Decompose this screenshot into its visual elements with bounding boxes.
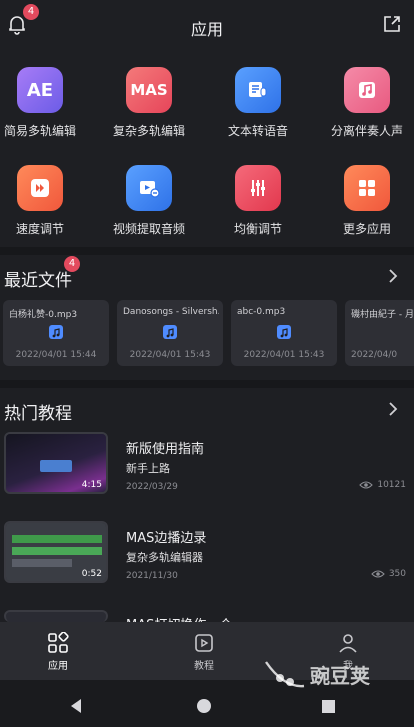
divider	[0, 247, 414, 255]
app-label: 文本转语音	[227, 124, 288, 138]
recent-files-list: 白杨礼赞-0.mp3 2022/04/01 15:44 Danosongs - …	[3, 300, 414, 366]
mas-icon: MAS	[126, 67, 172, 113]
watermark-logo-icon	[265, 661, 305, 688]
tutorial-item[interactable]: MAS打切换作一个	[4, 610, 408, 622]
tutorial-date: 2022/03/29	[126, 482, 178, 492]
app-video-extract[interactable]: 视频提取音频	[97, 165, 201, 237]
file-date: 2022/04/01 15:43	[243, 350, 325, 360]
equalizer-icon	[235, 165, 281, 211]
file-date: 2022/04/01 15:44	[15, 350, 97, 360]
profile-icon	[339, 634, 357, 653]
share-icon[interactable]	[382, 14, 402, 34]
file-date: 2022/04/0	[351, 350, 398, 360]
home-icon[interactable]	[196, 698, 212, 714]
music-note-icon	[277, 325, 291, 339]
app-label: 速度调节	[15, 222, 64, 236]
recent-file-card[interactable]: Danosongs - Silversh... 2022/04/01 15:43	[117, 300, 223, 366]
recent-file-card[interactable]: abc-0.mp3 2022/04/01 15:43	[231, 300, 337, 366]
tutorial-title: MAS打切换作一个	[126, 614, 232, 622]
chevron-right-icon[interactable]	[388, 269, 398, 283]
tutorial-item[interactable]: 0:52 MAS边播边录 复杂多轨编辑器 2021/11/30 350	[4, 521, 408, 585]
file-name: 磯村由紀子 - 月	[351, 310, 414, 320]
app-label: 视频提取音频	[112, 222, 185, 236]
app-label: 简易多轨编辑	[3, 124, 76, 138]
nav-tutorials[interactable]: 教程	[174, 632, 234, 672]
chevron-right-icon[interactable]	[388, 402, 398, 416]
app-label: 分离伴奏人声	[330, 124, 403, 138]
app-simple-multitrack[interactable]: AE 简易多轨编辑	[0, 67, 92, 139]
back-icon[interactable]	[68, 698, 84, 714]
file-name: abc-0.mp3	[237, 307, 286, 317]
tutorial-subtitle: 新手上路	[126, 462, 170, 475]
app-complex-multitrack[interactable]: MAS 复杂多轨编辑	[97, 67, 201, 139]
video-duration: 0:52	[81, 569, 102, 579]
app-label: 更多应用	[342, 222, 391, 236]
vocal-separation-icon	[344, 67, 390, 113]
video-duration: 4:15	[81, 480, 102, 490]
app-equalizer[interactable]: 均衡调节	[206, 165, 310, 237]
tutorial-title: 新版使用指南	[126, 442, 205, 457]
file-name: 白杨礼赞-0.mp3	[9, 310, 78, 320]
file-name: Danosongs - Silversh...	[123, 307, 219, 317]
app-label: 复杂多轨编辑	[112, 124, 185, 138]
nav-label: 应用	[48, 661, 68, 672]
tutorial-item[interactable]: 4:15 新版使用指南 新手上路 2022/03/29 10121	[4, 432, 408, 496]
app-more[interactable]: 更多应用	[315, 165, 414, 237]
recent-files-badge: 4	[64, 256, 80, 272]
divider	[0, 380, 414, 388]
tutorial-views: 350	[371, 569, 406, 579]
music-note-icon	[163, 325, 177, 339]
recent-file-card[interactable]: 白杨礼赞-0.mp3 2022/04/01 15:44	[3, 300, 109, 366]
tutorials-title: 热门教程	[4, 404, 72, 424]
app-label: 均衡调节	[233, 222, 282, 236]
app-vocal-separation[interactable]: 分离伴奏人声	[315, 67, 414, 139]
tutorial-thumbnail: 0:52	[4, 521, 108, 583]
tutorial-thumbnail: 4:15	[4, 432, 108, 494]
tutorial-date: 2021/11/30	[126, 571, 178, 581]
video-extract-icon	[126, 165, 172, 211]
nav-label: 教程	[194, 661, 214, 672]
tutorial-views: 10121	[359, 480, 406, 490]
tutorial-title: MAS边播边录	[126, 531, 207, 546]
nav-apps[interactable]: 应用	[28, 632, 88, 672]
app-text-to-speech[interactable]: 文本转语音	[206, 67, 310, 139]
speed-icon	[17, 165, 63, 211]
more-apps-icon	[344, 165, 390, 211]
tutorial-thumbnail	[4, 610, 108, 622]
apps-icon	[48, 632, 69, 653]
view-count: 350	[388, 569, 406, 579]
music-note-icon	[49, 325, 63, 339]
tutorial-subtitle: 复杂多轨编辑器	[126, 551, 203, 564]
watermark-text: 豌豆荚	[310, 664, 370, 688]
recents-icon[interactable]	[321, 699, 336, 714]
eye-icon	[359, 481, 374, 489]
ae-icon: AE	[17, 67, 63, 113]
page-title: 应用	[190, 20, 223, 39]
recent-file-card[interactable]: 磯村由紀子 - 月 2022/04/0	[345, 300, 414, 366]
top-bar: 4 应用	[0, 0, 414, 50]
eye-icon	[371, 570, 385, 578]
text-to-speech-icon	[235, 67, 281, 113]
watermark: 豌豆荚	[262, 652, 382, 698]
file-date: 2022/04/01 15:43	[129, 350, 211, 360]
recent-files-title: 最近文件	[4, 271, 72, 291]
app-speed[interactable]: 速度调节	[0, 165, 92, 237]
tutorial-icon	[195, 634, 213, 652]
view-count: 10121	[377, 480, 406, 490]
